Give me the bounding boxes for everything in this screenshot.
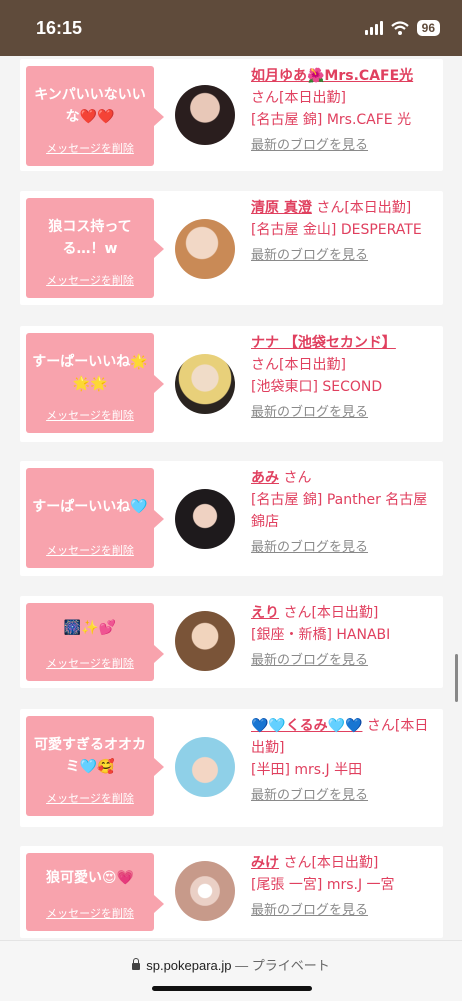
cast-info: みけ さん[本日出勤] [尾張 一宮] mrs.J 一宮 最新のブログを見る [251,852,441,922]
message-bubble: キンパいいないいな❤️❤️ メッセージを削除 [26,66,164,166]
latest-blog-link[interactable]: 最新のブログを見る [251,785,441,807]
delete-message-link[interactable]: メッセージを削除 [26,272,154,288]
cast-info: えり さん[本日出勤] [銀座・新橋] HANABI 最新のブログを見る [251,602,441,672]
cast-name-link[interactable]: 如月ゆあ🌺Mrs.CAFE光 [251,68,413,84]
message-bubble: すーぱーいいね🌟🌟🌟 メッセージを削除 [26,333,164,433]
cast-avatar[interactable] [175,219,235,279]
cellular-signal-icon [364,21,383,35]
cast-status: さん[本日出勤] [251,357,346,373]
shop-name: [池袋東口] SECOND [251,379,383,395]
scrollbar[interactable] [455,654,458,702]
shop-name: [名古屋 錦] Mrs.CAFE 光 [251,112,412,128]
message-text: 可愛すぎるオオカミ🩵🥰 [34,737,146,775]
message-text: 🎆✨💕 [63,620,117,636]
message-list: キンパいいないいな❤️❤️ メッセージを削除 如月ゆあ🌺Mrs.CAFE光 さん… [0,56,462,940]
message-card: キンパいいないいな❤️❤️ メッセージを削除 如月ゆあ🌺Mrs.CAFE光 さん… [20,59,443,171]
message-card: すーぱーいいね🩵 メッセージを削除 あみ さん [名古屋 錦] Panther … [20,461,443,576]
message-bubble: 狼可愛い😍💗 メッセージを削除 [26,853,164,931]
delete-message-link[interactable]: メッセージを削除 [26,542,154,558]
latest-blog-link[interactable]: 最新のブログを見る [251,245,441,267]
delete-message-link[interactable]: メッセージを削除 [26,655,154,671]
cast-info: 💙🩵くるみ🩵💙 さん[本日出勤] [半田] mrs.J 半田 最新のブログを見る [251,715,441,807]
latest-blog-link[interactable]: 最新のブログを見る [251,900,441,922]
cast-avatar[interactable] [175,611,235,671]
cast-status: さん[本日出勤] [283,855,379,871]
cast-name-link[interactable]: あみ [251,470,279,486]
cast-info: あみ さん [名古屋 錦] Panther 名古屋錦店 最新のブログを見る [251,467,441,559]
cast-status: さん[本日出勤] [283,605,379,621]
message-bubble: 狼コス持ってる…！w メッセージを削除 [26,198,164,298]
latest-blog-link[interactable]: 最新のブログを見る [251,537,441,559]
status-icons: 96 [364,20,440,36]
cast-info: ナナ 【池袋セカンド】 さん[本日出勤] [池袋東口] SECOND 最新のブロ… [251,332,441,424]
wifi-icon [390,21,409,35]
shop-name: [銀座・新橋] HANABI [251,627,391,643]
clock: 16:15 [36,18,83,38]
cast-info: 如月ゆあ🌺Mrs.CAFE光 さん[本日出勤] [名古屋 錦] Mrs.CAFE… [251,65,441,157]
delete-message-link[interactable]: メッセージを削除 [26,140,154,156]
message-bubble: 可愛すぎるオオカミ🩵🥰 メッセージを削除 [26,716,164,816]
home-indicator[interactable] [152,986,312,991]
message-card: 可愛すぎるオオカミ🩵🥰 メッセージを削除 💙🩵くるみ🩵💙 さん[本日出勤] [半… [20,709,443,827]
message-bubble: 🎆✨💕 メッセージを削除 [26,603,164,681]
cast-name-link[interactable]: 清原 真澄 [251,200,312,216]
cast-info: 清原 真澄 さん[本日出勤] [名古屋 金山] DESPERATE 最新のブログ… [251,197,441,267]
cast-avatar[interactable] [175,861,235,921]
domain-text: sp.pokepara.jp [146,958,232,973]
cast-avatar[interactable] [175,489,235,549]
cast-name-link[interactable]: ナナ 【池袋セカンド】 [251,335,396,351]
browser-address-bar[interactable]: sp.pokepara.jp — プライベート [0,940,462,1001]
shop-name: [尾張 一宮] mrs.J 一宮 [251,877,395,893]
message-card: すーぱーいいね🌟🌟🌟 メッセージを削除 ナナ 【池袋セカンド】 さん[本日出勤]… [20,326,443,442]
latest-blog-link[interactable]: 最新のブログを見る [251,650,441,672]
message-card: 狼可愛い😍💗 メッセージを削除 みけ さん[本日出勤] [尾張 一宮] mrs.… [20,846,443,938]
message-text: すーぱーいいね🌟🌟🌟 [32,354,148,392]
cast-status: さん [283,470,312,486]
cast-name-link[interactable]: 💙🩵くるみ🩵💙 [251,718,362,734]
message-text: 狼コス持ってる…！w [48,219,132,257]
shop-name: [名古屋 錦] Panther 名古屋錦店 [251,492,428,530]
message-bubble: すーぱーいいね🩵 メッセージを削除 [26,468,164,568]
message-card: 🎆✨💕 メッセージを削除 えり さん[本日出勤] [銀座・新橋] HANABI … [20,596,443,688]
message-text: すーぱーいいね🩵 [32,499,148,515]
message-text: キンパいいないいな❤️❤️ [34,87,146,125]
message-card: 狼コス持ってる…！w メッセージを削除 清原 真澄 さん[本日出勤] [名古屋 … [20,191,443,305]
delete-message-link[interactable]: メッセージを削除 [26,407,154,423]
status-bar: 16:15 96 [0,0,462,56]
shop-name: [半田] mrs.J 半田 [251,762,363,778]
delete-message-link[interactable]: メッセージを削除 [26,905,154,921]
cast-avatar[interactable] [175,354,235,414]
cast-status: さん[本日出勤] [251,90,346,106]
delete-message-link[interactable]: メッセージを削除 [26,790,154,806]
latest-blog-link[interactable]: 最新のブログを見る [251,135,441,157]
latest-blog-link[interactable]: 最新のブログを見る [251,402,441,424]
privacy-label: — プライベート [235,958,330,973]
cast-avatar[interactable] [175,737,235,797]
cast-avatar[interactable] [175,85,235,145]
battery-indicator: 96 [416,20,440,36]
message-text: 狼可愛い😍💗 [45,870,135,886]
cast-status: さん[本日出勤] [316,200,412,216]
lock-icon [132,958,141,970]
cast-name-link[interactable]: えり [251,605,279,621]
cast-name-link[interactable]: みけ [251,855,279,871]
address-text[interactable]: sp.pokepara.jp — プライベート [0,955,462,974]
shop-name: [名古屋 金山] DESPERATE [251,222,422,238]
